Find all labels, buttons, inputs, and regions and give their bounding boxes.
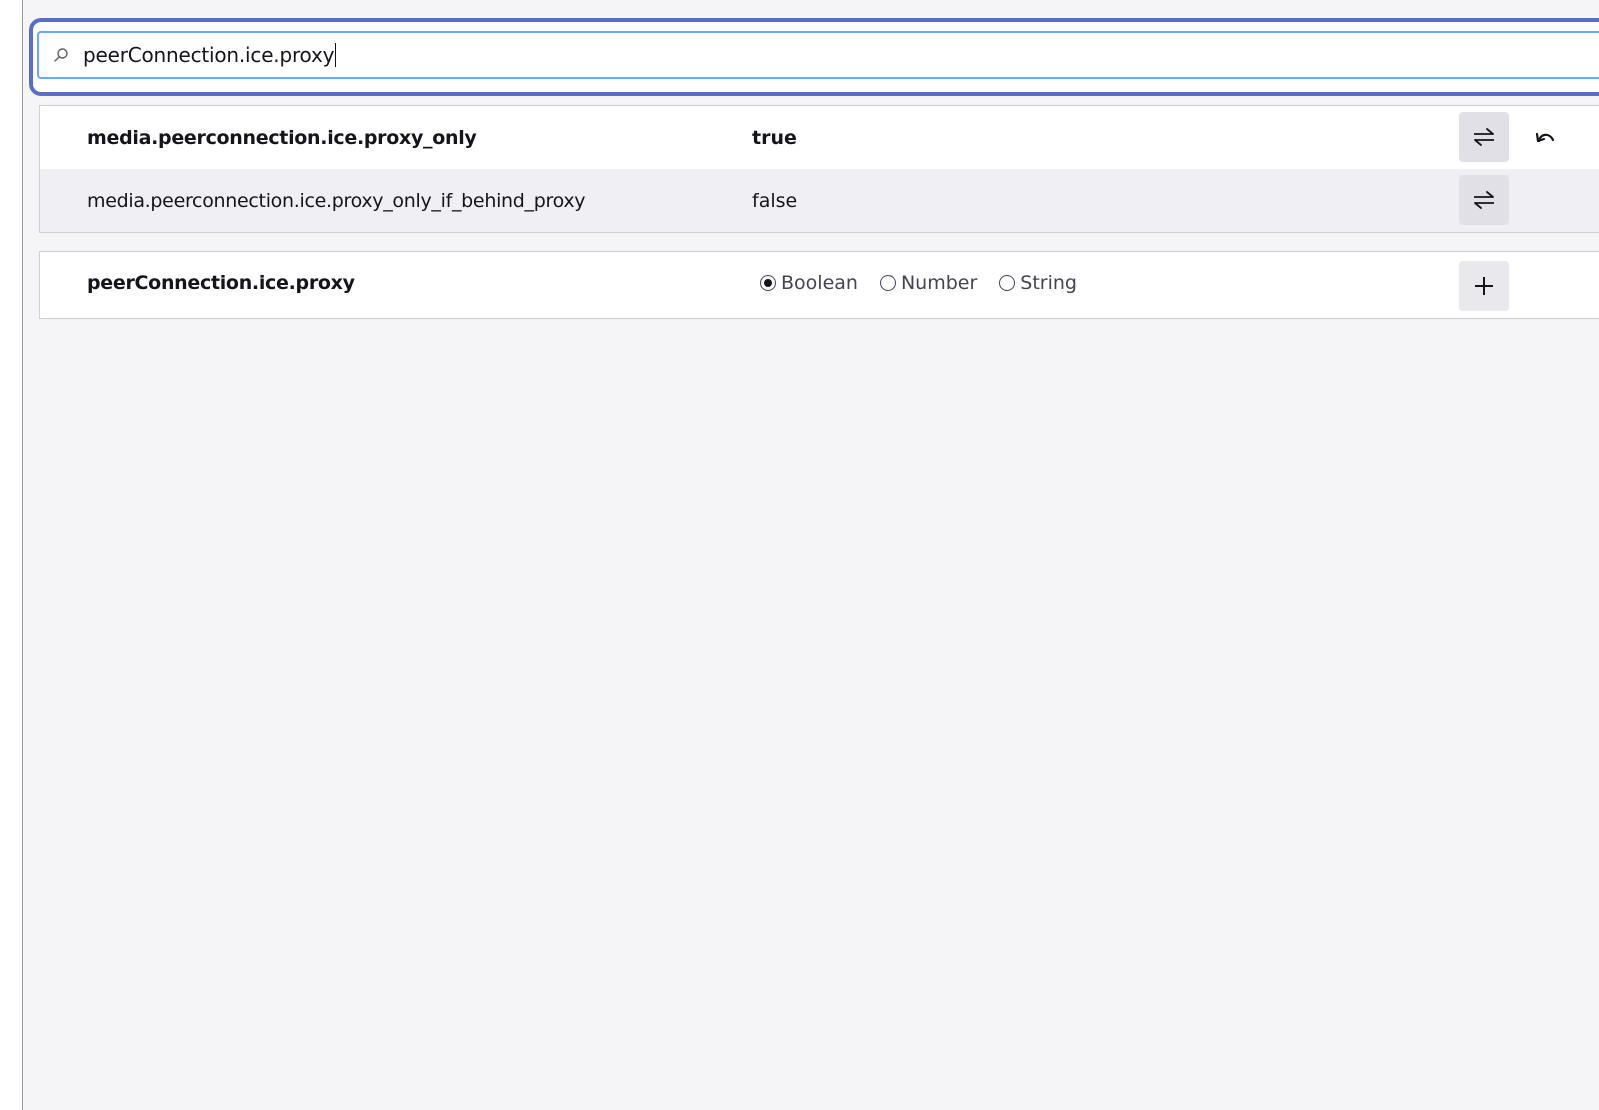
toggle-icon (1474, 191, 1494, 209)
radio-button-number[interactable] (879, 275, 896, 291)
add-button[interactable] (1459, 261, 1509, 311)
new-preference-row: peerConnection.ice.proxy Boolean Number … (39, 251, 1599, 319)
toggle-button[interactable] (1459, 112, 1509, 162)
pref-name: media.peerconnection.ice.proxy_only_if_b… (87, 189, 586, 212)
radio-label-string: String (1020, 272, 1077, 294)
search-icon (52, 46, 70, 64)
new-pref-name: peerConnection.ice.proxy (87, 272, 355, 294)
about-config-page: peerConnection.ice.proxy media.peerconne… (22, 0, 1599, 1110)
radio-button-string[interactable] (999, 275, 1016, 291)
reset-icon (1535, 132, 1555, 143)
radio-label-boolean: Boolean (781, 272, 858, 294)
type-option-boolean[interactable]: Boolean (760, 272, 858, 294)
preferences-table: media.peerconnection.ice.proxy_only true… (39, 105, 1599, 233)
plus-icon (1475, 277, 1493, 295)
toggle-button[interactable] (1459, 175, 1509, 225)
search-input[interactable]: peerConnection.ice.proxy (83, 43, 337, 67)
reset-button[interactable] (1530, 122, 1560, 152)
toggle-icon (1474, 128, 1494, 146)
pref-name: media.peerconnection.ice.proxy_only (87, 126, 477, 149)
pref-value[interactable]: true (752, 127, 797, 149)
search-input-value: peerConnection.ice.proxy (83, 43, 335, 67)
pref-value[interactable]: false (752, 190, 797, 212)
search-focus-ring: peerConnection.ice.proxy (29, 18, 1599, 96)
radio-label-number: Number (900, 272, 978, 294)
pref-type-radio-group: Boolean Number String (760, 272, 1099, 294)
radio-button-boolean[interactable] (760, 275, 776, 291)
radio-selected-dot (764, 279, 772, 287)
table-row: media.peerconnection.ice.proxy_only true (40, 106, 1599, 169)
text-caret (335, 43, 337, 67)
type-option-number[interactable]: Number (879, 272, 978, 294)
type-option-string[interactable]: String (999, 272, 1077, 294)
search-box[interactable]: peerConnection.ice.proxy (37, 31, 1599, 79)
table-row: media.peerconnection.ice.proxy_only_if_b… (40, 169, 1599, 232)
